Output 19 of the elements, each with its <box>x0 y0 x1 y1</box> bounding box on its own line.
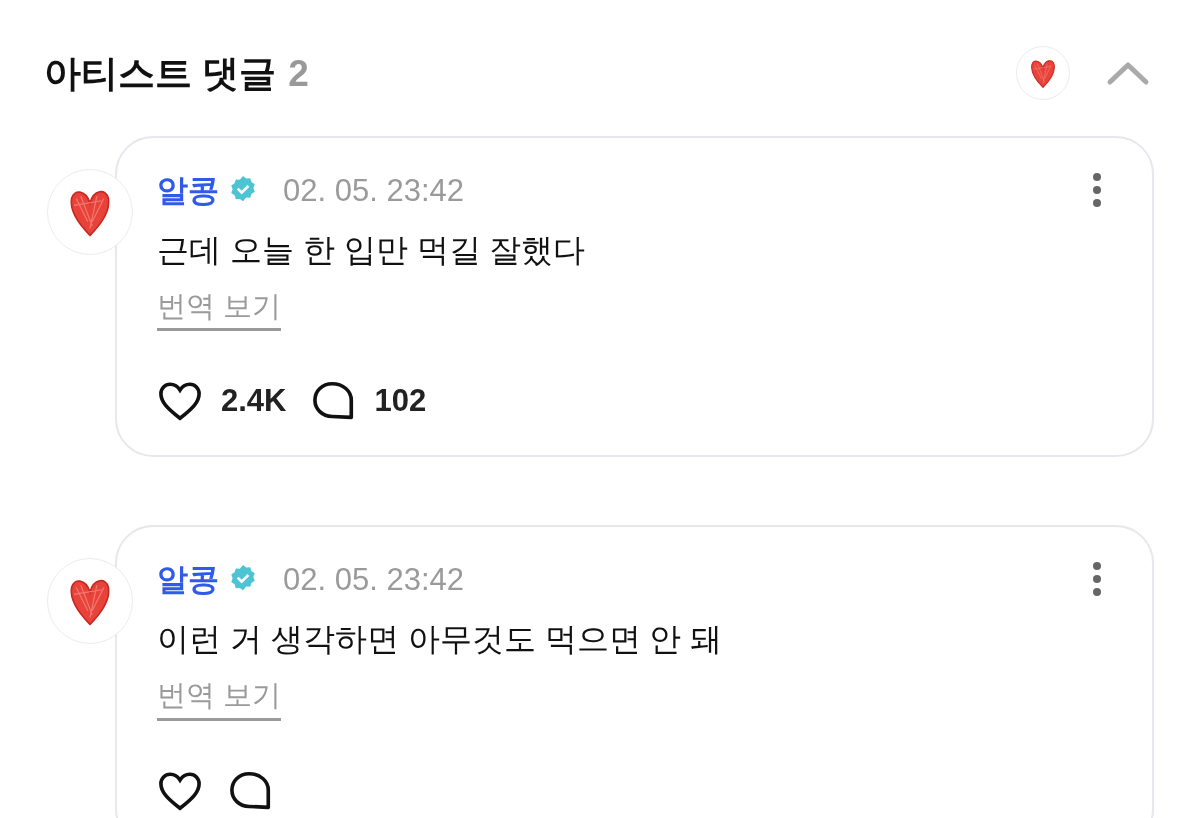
author-name[interactable]: 알콩 <box>157 563 219 595</box>
reply-count: 102 <box>374 382 427 420</box>
comment-text: 이런 거 생각하면 아무것도 먹으면 안 돼 <box>157 620 724 660</box>
heart-icon <box>1029 57 1057 89</box>
section-title: 아티스트 댓글 <box>44 54 277 92</box>
more-options-icon[interactable] <box>1092 172 1102 208</box>
translate-link[interactable]: 번역 보기 <box>157 677 282 721</box>
translate-link[interactable]: 번역 보기 <box>157 288 282 332</box>
heart-outline-icon[interactable] <box>157 381 203 422</box>
comment-count: 2 <box>288 54 309 92</box>
comment-text: 근데 오늘 한 입만 먹길 잘했다 <box>157 231 587 270</box>
comment-time: 02. 05. 23:42 <box>283 174 464 206</box>
avatar[interactable] <box>1016 46 1070 100</box>
like-count: 2.4K <box>221 382 287 420</box>
comment-time: 02. 05. 23:42 <box>283 563 464 595</box>
more-options-icon[interactable] <box>1092 561 1102 598</box>
heart-outline-icon[interactable] <box>157 770 203 811</box>
author-name[interactable]: 알콩 <box>157 174 219 206</box>
reply-bubble-icon[interactable] <box>229 770 273 811</box>
